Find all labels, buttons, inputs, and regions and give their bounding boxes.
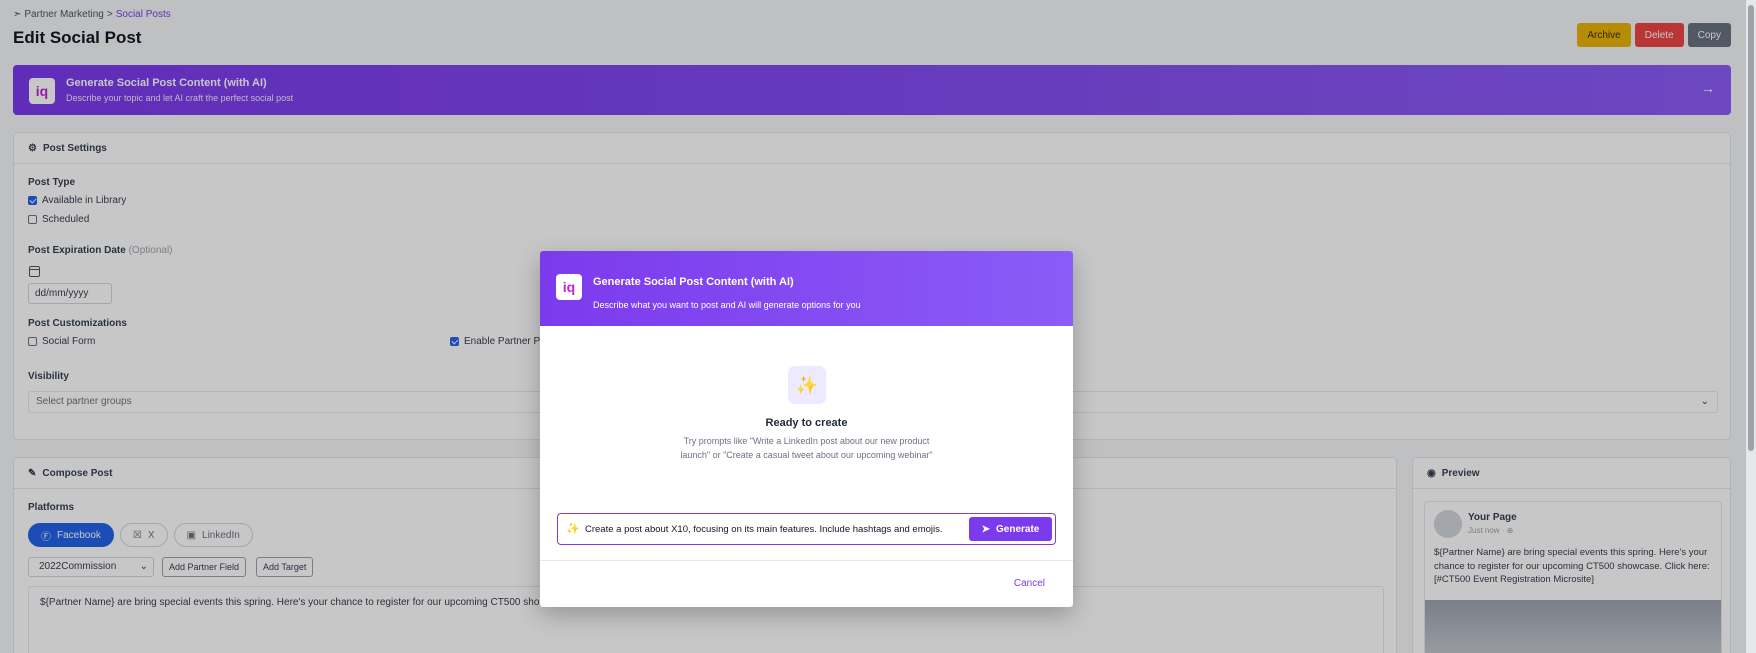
generate-button[interactable]: ➤ Generate <box>969 517 1052 541</box>
modal-header: iq Generate Social Post Content (with AI… <box>540 251 1073 326</box>
magic-wand-icon: ✨ <box>566 523 580 535</box>
page-scrollbar[interactable] <box>1746 0 1756 653</box>
ready-heading: Ready to create <box>765 417 848 429</box>
cancel-button[interactable]: Cancel <box>1014 578 1045 589</box>
ai-generate-modal: iq Generate Social Post Content (with AI… <box>540 251 1073 607</box>
prompt-value[interactable]: Create a post about X10, focusing on its… <box>585 524 943 535</box>
iq-logo: iq <box>556 274 582 300</box>
send-icon: ➤ <box>981 523 991 535</box>
prompt-input[interactable]: ✨ Create a post about X10, focusing on i… <box>557 513 1056 545</box>
modal-title: Generate Social Post Content (with AI) <box>593 276 794 288</box>
modal-subtitle: Describe what you want to post and AI wi… <box>593 300 861 310</box>
scrollbar-thumb[interactable] <box>1748 5 1754 451</box>
generate-label: Generate <box>996 523 1040 535</box>
magic-wand-icon: ✨ <box>788 366 826 404</box>
modal-footer-divider <box>540 560 1073 561</box>
prompt-hint: Try prompts like "Write a LinkedIn post … <box>680 436 933 460</box>
